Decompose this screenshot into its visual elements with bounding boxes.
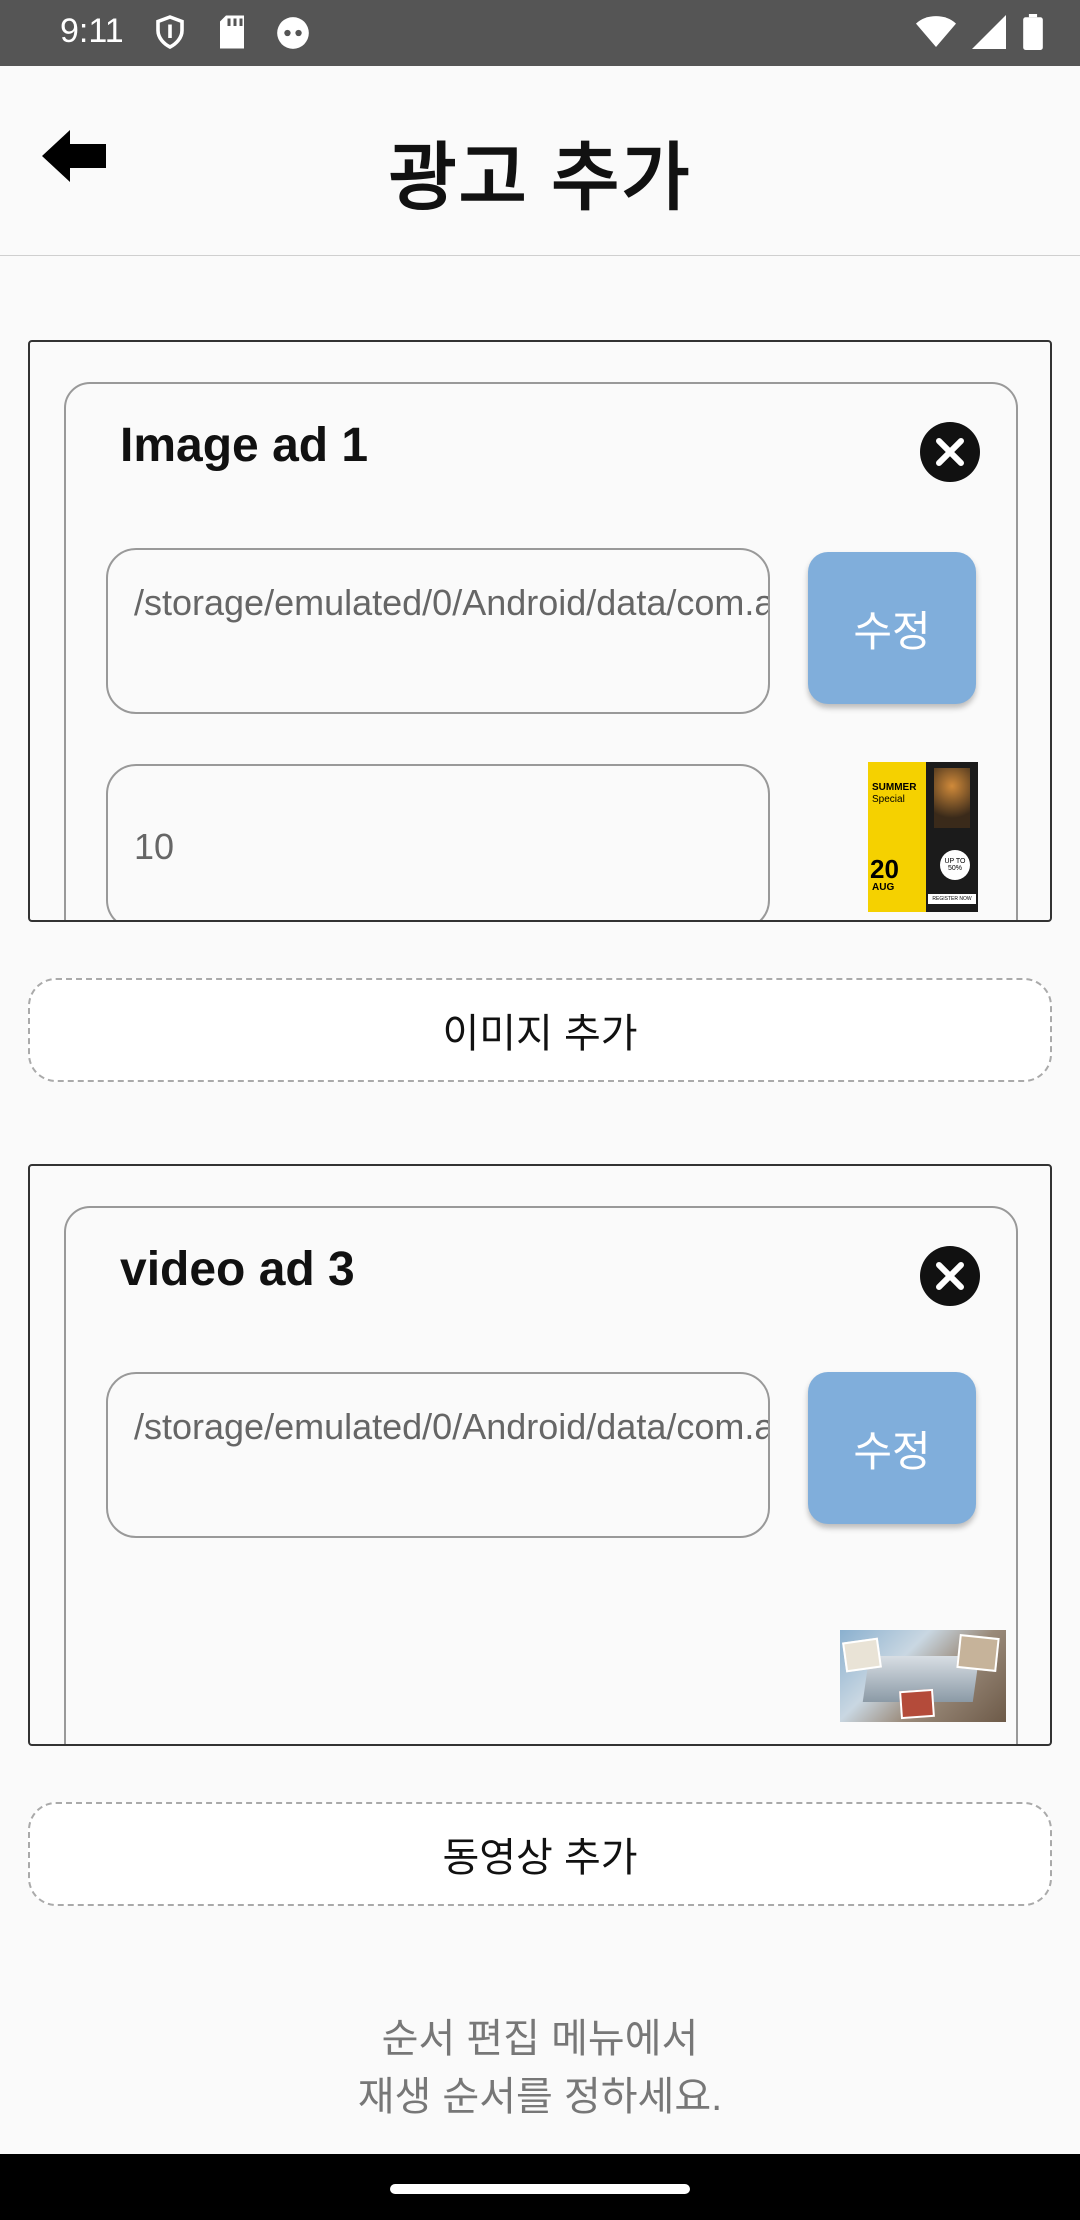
app-bar: 광고 추가 [0,66,1080,256]
file-path-field[interactable]: /storage/emulated/0/Android/data/com.aid… [106,548,770,714]
status-bar: 9:11 [0,0,1080,66]
image-thumbnail[interactable]: UP TO 50% REGISTER NOW SUMMER Special 20… [868,762,978,912]
ad-title: Image ad 1 [120,419,369,472]
image-ad-card: Image ad 1 /storage/emulated/0/Android/d… [64,382,1018,920]
helper-line-1: 순서 편집 메뉴에서 [381,2017,699,2061]
battery-icon [1022,14,1044,55]
thumb-line1: SUMMER [872,782,917,793]
thumb-month: AUG [872,882,895,893]
edit-button[interactable]: 수정 [808,552,976,704]
page-title: 광고 추가 [388,136,692,219]
android-debug-icon [274,14,312,57]
add-image-button[interactable]: 이미지 추가 [28,978,1052,1082]
remove-ad-button[interactable] [920,1246,980,1306]
ad-title: video ad 3 [120,1243,355,1296]
status-time: 9:11 [60,12,124,50]
add-video-button[interactable]: 동영상 추가 [28,1802,1052,1906]
image-ad-section[interactable]: Image ad 1 /storage/emulated/0/Android/d… [28,340,1052,922]
video-ad-card: video ad 3 /storage/emulated/0/Android/d… [64,1206,1018,1744]
wifi-icon [916,15,956,54]
file-path-field[interactable]: /storage/emulated/0/Android/data/com.aid… [106,1372,770,1538]
helper-text: 순서 편집 메뉴에서 재생 순서를 정하세요. [0,2010,1080,2126]
close-icon [936,1262,964,1290]
shield-icon [152,14,188,55]
edit-button[interactable]: 수정 [808,1372,976,1524]
sd-card-icon [216,14,248,55]
status-indicators [916,14,1044,55]
navigation-bar [0,2154,1080,2220]
video-ad-section[interactable]: video ad 3 /storage/emulated/0/Android/d… [28,1164,1052,1746]
close-icon [936,438,964,466]
home-gesture-handle[interactable] [390,2184,690,2194]
thumb-date: 20 [870,854,899,884]
duration-field[interactable]: 10 [106,764,770,920]
thumb-footer: REGISTER NOW [928,894,976,904]
signal-icon [972,15,1006,54]
helper-line-2: 재생 순서를 정하세요. [357,2075,723,2119]
thumb-line2: Special [872,794,905,805]
video-thumbnail[interactable] [840,1630,1006,1722]
thumb-badge: UP TO 50% [940,850,970,880]
remove-ad-button[interactable] [920,422,980,482]
